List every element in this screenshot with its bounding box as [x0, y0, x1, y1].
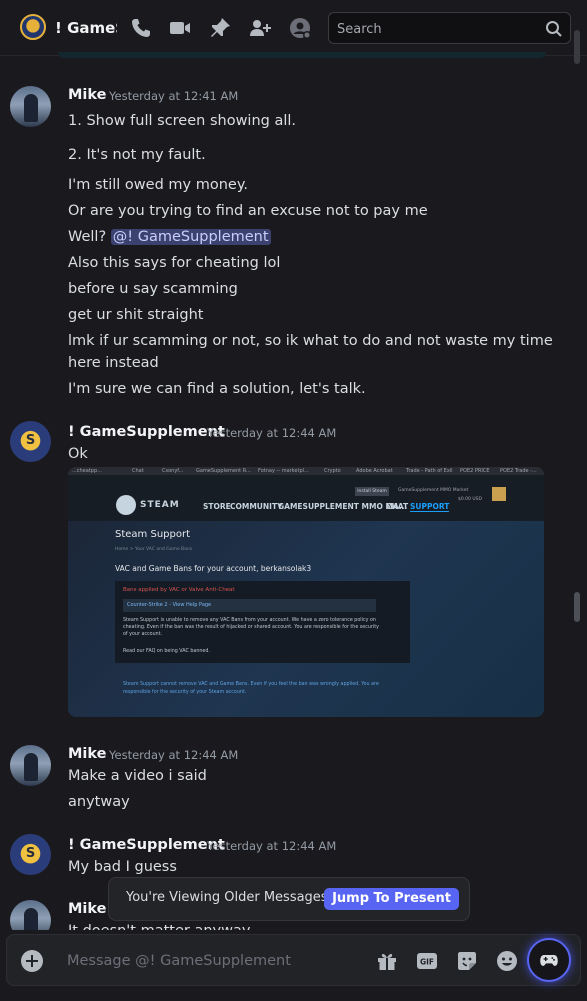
avatar[interactable]: S — [10, 421, 51, 462]
message-line: here instead — [68, 355, 159, 371]
ban-game-row: Counter-Strike 2 - View Help Page — [123, 599, 376, 612]
user-mention[interactable]: @! GameSupplement — [110, 229, 271, 245]
sticker-icon[interactable] — [455, 949, 479, 973]
activity-button[interactable] — [527, 938, 571, 982]
message-line: lmk if ur scamming or not, so ik what to… — [68, 333, 553, 349]
ban-footer: Steam Support cannot remove VAC and Game… — [123, 682, 379, 695]
message-author[interactable]: Mike — [68, 86, 107, 104]
emoji-icon[interactable] — [495, 949, 519, 973]
steam-avatar — [492, 487, 506, 501]
steam-logo-icon — [116, 495, 136, 515]
message-timestamp: Yesterday at 12:44 AM — [109, 748, 239, 762]
message-line: 1. Show full screen showing all. — [68, 113, 297, 129]
message-line: before u say scamming — [68, 281, 238, 297]
steam-nav-item: CHAT — [386, 502, 409, 511]
message-author[interactable]: Mike — [68, 745, 107, 763]
dm-avatar[interactable] — [20, 14, 46, 40]
avatar[interactable] — [10, 86, 51, 127]
profile-icon[interactable] — [288, 16, 312, 40]
add-friend-icon[interactable] — [248, 16, 272, 40]
svg-text:GIF: GIF — [420, 958, 434, 967]
message-composer: GIF — [0, 930, 587, 1001]
message-timestamp: Yesterday at 12:41 AM — [109, 89, 239, 103]
message-line: Make a video i said — [68, 768, 207, 784]
message-line: Also this says for cheating lol — [68, 255, 281, 271]
bookmark-item: GameSupplement R... — [196, 468, 251, 474]
avatar[interactable]: S — [10, 834, 51, 875]
steam-nav-item: STORE — [203, 502, 231, 511]
message-line: Ok — [68, 446, 88, 462]
steam-nav-item: COMMUNITY — [230, 502, 283, 511]
call-icon[interactable] — [129, 16, 153, 40]
activity-icon — [540, 955, 558, 966]
search-input[interactable] — [337, 19, 537, 39]
steam-page-title: Steam Support — [115, 529, 190, 540]
composer-box[interactable]: GIF — [6, 934, 581, 986]
message-input[interactable] — [67, 949, 357, 973]
message-author[interactable]: Mike — [68, 900, 107, 918]
bookmark-item: POE2 PRICE — [460, 468, 490, 474]
steam-navbar: STEAM STORE COMMUNITY GAMESUPPLEMENT MMO… — [68, 475, 544, 521]
channel-header: ! GameSupplement — [0, 0, 587, 56]
ban-faq: Read our FAQ on being VAC banned. — [123, 649, 210, 654]
scrollbar-thumb[interactable] — [574, 592, 580, 622]
bookmark-item: POE2 Trade -... — [500, 468, 537, 474]
message-timestamp: Yesterday at 12:44 AM — [207, 839, 337, 853]
bookmark-item: Trade - Path of Exil — [406, 468, 453, 474]
channel-title[interactable]: ! GameSupplement — [55, 16, 117, 40]
image-attachment[interactable]: ...cheatpp... Chat Csonyf... GameSupplem… — [68, 467, 544, 717]
search-box[interactable] — [328, 12, 571, 44]
pin-icon[interactable] — [208, 16, 232, 40]
install-steam-button: Install Steam — [355, 487, 389, 496]
message-line: 2. It's not my fault. — [68, 147, 206, 163]
banner-text: You're Viewing Older Messages — [126, 890, 328, 905]
ban-header: Bans applied by VAC or Valve Anti-Cheat — [123, 587, 235, 593]
message-line: Or are you trying to find an excuse not … — [68, 203, 428, 219]
video-icon[interactable] — [168, 16, 192, 40]
message-line: My bad I guess — [68, 859, 177, 875]
header-divider — [58, 52, 546, 58]
steam-brand: STEAM — [140, 500, 180, 510]
bookmark-item: Csonyf... — [162, 468, 184, 474]
steam-breadcrumb: Home > Your VAC and Game Bans — [115, 547, 193, 552]
search-icon[interactable] — [544, 19, 564, 39]
message-line: anytway — [68, 794, 130, 810]
bookmark-item: Crypto — [324, 468, 341, 474]
jump-to-present-button[interactable]: Jump To Present — [324, 888, 459, 910]
gif-icon[interactable]: GIF — [415, 949, 439, 973]
scrollbar-top[interactable] — [574, 30, 580, 64]
message-text: Well? — [68, 229, 107, 245]
gift-icon[interactable] — [375, 949, 399, 973]
steam-account-name: GameSupplement MMO Market — [398, 488, 469, 493]
avatar[interactable] — [10, 745, 51, 786]
steam-balance: $0.00 USD — [458, 497, 482, 502]
bookmark-item: Chat — [132, 468, 144, 474]
add-icon[interactable] — [21, 950, 43, 972]
bookmark-item: ...cheatpp... — [72, 468, 102, 474]
steam-subtitle: VAC and Game Bans for your account, berk… — [115, 564, 312, 573]
message-line: I'm sure we can find a solution, let's t… — [68, 381, 366, 397]
message-line: Well? @! GameSupplement — [68, 226, 271, 248]
message-line: get ur shit straight — [68, 307, 204, 323]
message-line: I'm still owed my money. — [68, 177, 248, 193]
steam-nav-item: SUPPORT — [410, 502, 450, 512]
browser-bookmarks: ...cheatpp... Chat Csonyf... GameSupplem… — [68, 467, 544, 475]
bookmark-item: Adobe Acrobat — [356, 468, 393, 474]
older-messages-banner: You're Viewing Older Messages Jump To Pr… — [108, 877, 470, 921]
message-author[interactable]: ! GameSupplement — [68, 423, 225, 441]
ban-paragraph: Steam Support is unable to remove any VA… — [123, 618, 379, 637]
bookmark-item: Fotnay -- marketpl... — [258, 468, 309, 474]
message-author[interactable]: ! GameSupplement — [68, 836, 225, 854]
ban-panel: Bans applied by VAC or Valve Anti-Cheat … — [115, 581, 410, 663]
message-timestamp: Yesterday at 12:44 AM — [207, 426, 337, 440]
